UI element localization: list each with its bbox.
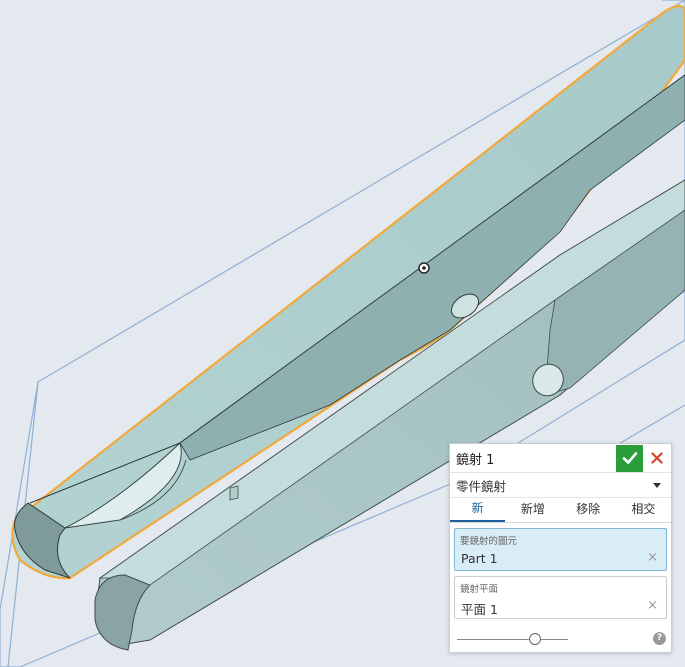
panel-header: 鏡射 1 <box>450 444 671 473</box>
plane-field-value: 平面 1 <box>461 602 498 617</box>
tab-new[interactable]: 新 <box>450 498 506 522</box>
mirror-plane-field[interactable]: 鏡射平面 平面 1 × <box>454 576 667 619</box>
transparency-slider[interactable]: ? <box>450 632 671 646</box>
mirror-type-dropdown[interactable]: 零件鏡射 <box>450 473 671 498</box>
clear-x-icon[interactable]: × <box>647 598 658 613</box>
entities-field-value: Part 1 <box>461 551 498 566</box>
entities-to-mirror-field[interactable]: 要鏡射的圖元 Part 1 × <box>454 528 667 571</box>
operation-tabs: 新 新增 移除 相交 <box>450 498 671 523</box>
plane-field-label: 鏡射平面 <box>460 584 499 595</box>
mirror-type-value: 零件鏡射 <box>456 478 507 494</box>
checkmark-icon <box>622 452 637 464</box>
tab-intersect[interactable]: 相交 <box>616 498 671 522</box>
cancel-button[interactable] <box>643 445 671 472</box>
confirm-button[interactable] <box>616 444 643 472</box>
slider-track[interactable] <box>457 639 568 640</box>
chevron-down-icon <box>653 482 661 488</box>
entities-field-label: 要鏡射的圖元 <box>460 536 518 547</box>
tab-remove[interactable]: 移除 <box>561 498 616 522</box>
tab-add[interactable]: 新增 <box>505 498 560 522</box>
panel-title: 鏡射 1 <box>456 452 495 468</box>
close-icon <box>651 452 663 464</box>
clear-x-icon[interactable]: × <box>647 550 658 565</box>
mirror-feature-panel: 鏡射 1 零件鏡射 新 新增 移除 相交 要鏡射的圖元 Part 1 × 鏡射平… <box>449 443 672 653</box>
help-icon[interactable]: ? <box>653 632 666 645</box>
slider-thumb[interactable] <box>528 633 541 645</box>
